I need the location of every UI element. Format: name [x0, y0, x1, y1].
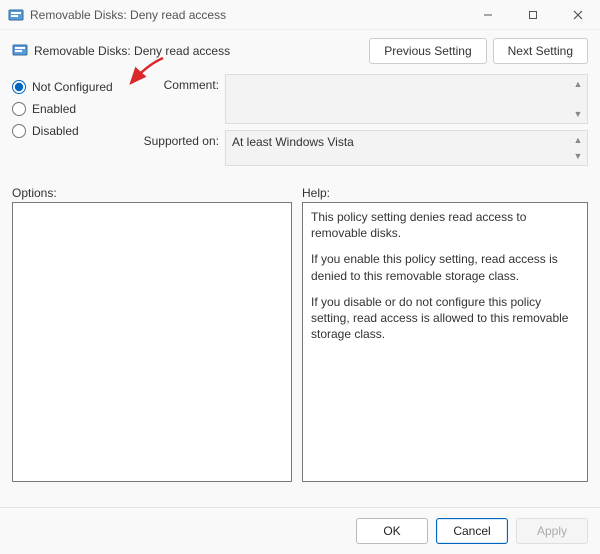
help-paragraph: If you disable or do not configure this …	[311, 294, 579, 343]
ok-button[interactable]: OK	[356, 518, 428, 544]
close-button[interactable]	[555, 0, 600, 30]
header: Removable Disks: Deny read access Previo…	[0, 30, 600, 68]
supported-on-box: At least Windows Vista ▲ ▼	[225, 130, 588, 166]
options-label: Options:	[12, 186, 292, 200]
supported-on-value: At least Windows Vista	[232, 135, 354, 149]
radio-disabled-input[interactable]	[12, 124, 26, 138]
panels: This policy setting denies read access t…	[0, 202, 600, 482]
radio-not-configured-label: Not Configured	[32, 80, 113, 94]
help-paragraph: This policy setting denies read access t…	[311, 209, 579, 241]
radio-enabled-input[interactable]	[12, 102, 26, 116]
radio-disabled[interactable]: Disabled	[12, 124, 132, 138]
next-setting-button[interactable]: Next Setting	[493, 38, 588, 64]
policy-icon	[12, 42, 28, 61]
help-label: Help:	[302, 186, 588, 200]
config-area: Not Configured Enabled Disabled Comment:…	[0, 68, 600, 172]
help-panel[interactable]: This policy setting denies read access t…	[302, 202, 588, 482]
maximize-button[interactable]	[510, 0, 555, 30]
radio-enabled[interactable]: Enabled	[12, 102, 132, 116]
apply-button: Apply	[516, 518, 588, 544]
scroll-up-icon[interactable]: ▲	[571, 133, 585, 147]
policy-icon	[8, 7, 24, 23]
comment-label: Comment:	[140, 74, 225, 124]
help-paragraph: If you enable this policy setting, read …	[311, 251, 579, 283]
scroll-down-icon[interactable]: ▼	[571, 107, 585, 121]
minimize-button[interactable]	[465, 0, 510, 30]
titlebar: Removable Disks: Deny read access	[0, 0, 600, 30]
comment-textarea[interactable]: ▲ ▼	[225, 74, 588, 124]
scroll-up-icon[interactable]: ▲	[571, 77, 585, 91]
radio-not-configured[interactable]: Not Configured	[12, 80, 132, 94]
policy-title: Removable Disks: Deny read access	[34, 44, 230, 58]
window-buttons	[465, 0, 600, 30]
scroll-down-icon[interactable]: ▼	[571, 149, 585, 163]
state-radios: Not Configured Enabled Disabled	[12, 74, 132, 172]
options-panel[interactable]	[12, 202, 292, 482]
previous-setting-button[interactable]: Previous Setting	[369, 38, 486, 64]
radio-disabled-label: Disabled	[32, 124, 79, 138]
section-labels: Options: Help:	[0, 172, 600, 202]
cancel-button[interactable]: Cancel	[436, 518, 508, 544]
radio-not-configured-input[interactable]	[12, 80, 26, 94]
supported-on-label: Supported on:	[140, 130, 225, 166]
window-title: Removable Disks: Deny read access	[30, 8, 465, 22]
footer: OK Cancel Apply	[0, 507, 600, 554]
radio-enabled-label: Enabled	[32, 102, 76, 116]
